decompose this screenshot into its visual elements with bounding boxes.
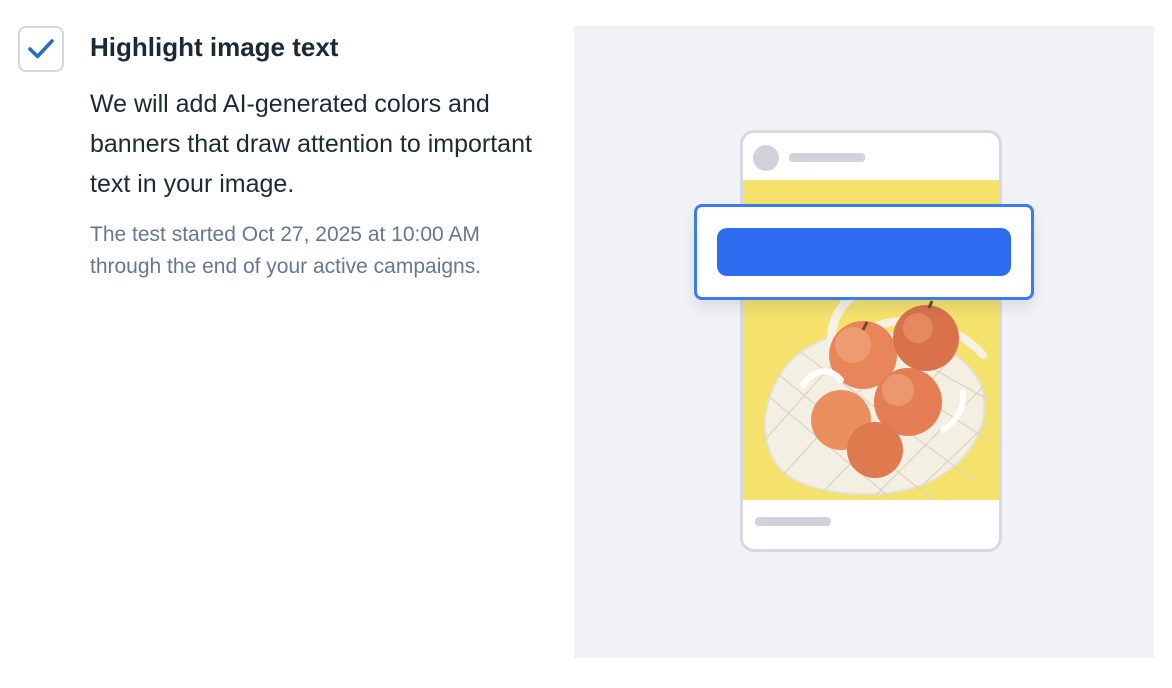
avatar-placeholder — [753, 145, 779, 171]
checkmark-icon — [28, 39, 54, 59]
highlight-image-text-option: Highlight image text We will add AI-gene… — [0, 0, 1172, 688]
phone-mockup — [740, 130, 1002, 552]
preview-illustration — [574, 26, 1154, 658]
highlight-banner-bar — [717, 228, 1011, 276]
header-placeholder-line — [789, 153, 865, 162]
option-title: Highlight image text — [90, 32, 339, 62]
option-description: We will add AI-generated colors and bann… — [90, 90, 532, 198]
footer-placeholder-line — [755, 517, 831, 526]
test-start-note: The test started Oct 27, 2025 at 10:00 A… — [90, 223, 482, 278]
highlight-banner-card — [694, 204, 1034, 300]
highlight-image-text-checkbox[interactable] — [18, 26, 64, 72]
